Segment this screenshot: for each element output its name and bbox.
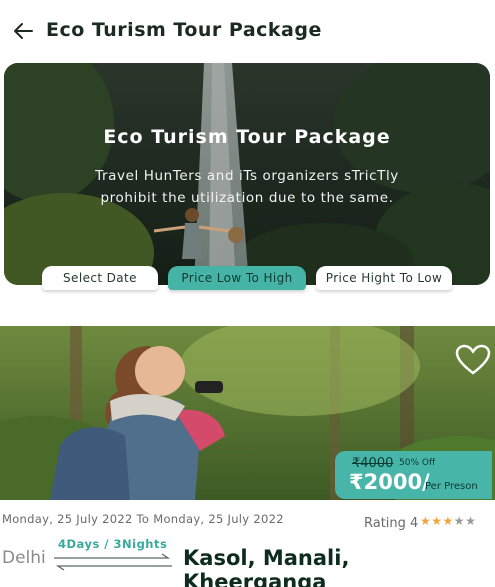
star-filled-icon: ★ [431,514,443,528]
trip-duration: 4Days / 3Nights [58,537,168,551]
app-header: Eco Turism Tour Package [0,0,495,62]
star-filled-icon: ★ [442,514,454,528]
star-filled-icon: ★ [420,514,432,528]
arrow-left-icon[interactable] [12,20,34,42]
sort-price-high-low-button[interactable]: Price Hight To Low [316,266,452,290]
hero-banner: Eco Turism Tour Package Travel HunTers a… [4,63,490,285]
hero-title: Eco Turism Tour Package [103,126,391,148]
heart-outline-icon[interactable] [455,344,491,376]
star-empty-icon: ★ [465,514,477,528]
original-price: ₹4000 [352,456,394,471]
hero-description-line: prohibit the utilization due to the same… [100,190,394,206]
rating-stars: ★★★★★ [420,514,476,528]
origin-city: Delhi [2,548,46,568]
destination-title: Kasol, Manali, Kheerganga [183,546,350,587]
current-price: ₹2000/ [349,470,430,494]
price-badge: ₹4000 50% Off ₹2000/ Per Preson [335,451,492,499]
star-empty-icon: ★ [453,514,466,528]
sort-price-low-high-button[interactable]: Price Low To High [168,266,306,290]
select-date-button[interactable]: Select Date [42,266,158,290]
price-unit: Per Preson [425,481,478,492]
page-title: Eco Turism Tour Package [46,19,322,41]
round-trip-arrows-icon [54,553,172,571]
discount-label: 50% Off [399,458,436,468]
hero-description: Travel HunTers and iTs organizers sTricT… [64,165,430,209]
hero-description-line: Travel HunTers and iTs organizers sTricT… [95,168,399,184]
travel-dates: Monday, 25 July 2022 To Monday, 25 July … [2,512,284,526]
rating-label: Rating 4 [364,516,419,531]
